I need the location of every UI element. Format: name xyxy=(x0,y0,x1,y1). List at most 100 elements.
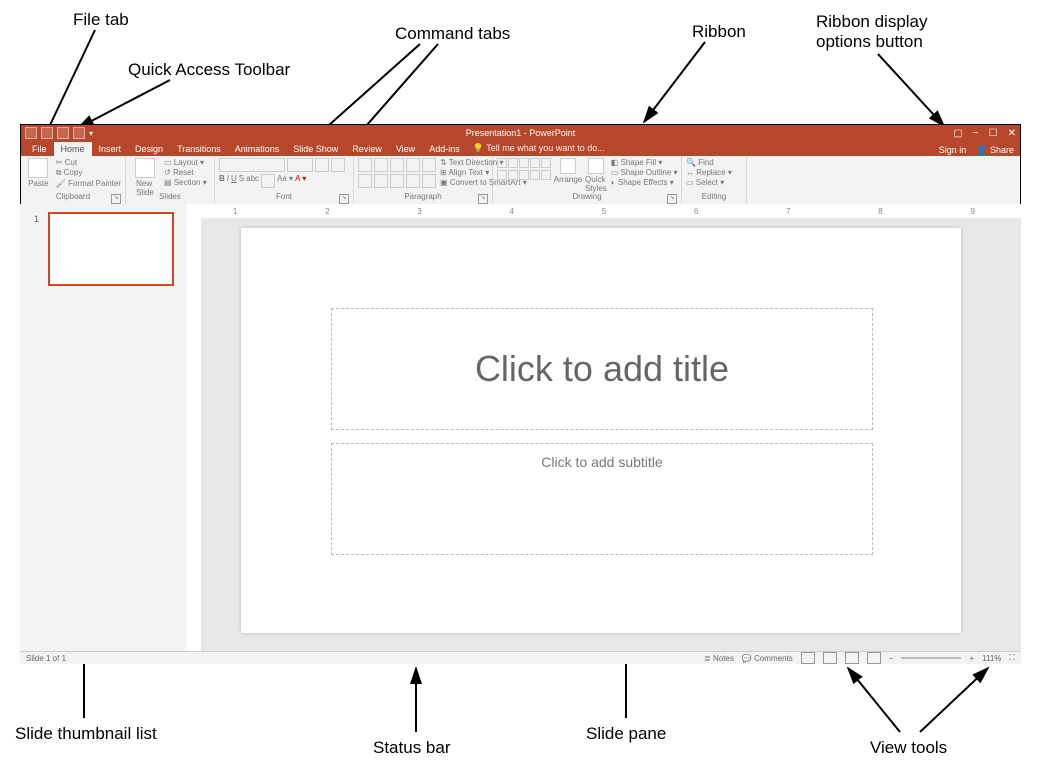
tab-add-ins[interactable]: Add-ins xyxy=(422,142,467,156)
slide-thumbnail-panel: 1 xyxy=(20,204,187,652)
quick-access-toolbar: ▾ xyxy=(25,127,93,139)
font-color-button[interactable]: A ▾ xyxy=(295,174,306,188)
font-size-combo[interactable] xyxy=(287,158,313,172)
sign-in-link[interactable]: Sign in xyxy=(939,145,967,156)
save-icon[interactable] xyxy=(25,127,37,139)
replace-button[interactable]: ↔ Replace ▾ xyxy=(686,168,732,177)
annotation-command-tabs: Command tabs xyxy=(395,24,510,44)
numbering-icon[interactable] xyxy=(374,158,388,172)
quick-styles-button[interactable]: Quick Styles xyxy=(585,158,607,193)
shapes-gallery[interactable] xyxy=(497,158,551,180)
align-center-icon[interactable] xyxy=(374,174,388,188)
section-button[interactable]: ▤ Section ▾ xyxy=(164,178,207,187)
horizontal-ruler: 123456789 xyxy=(187,204,1021,219)
reading-view-button[interactable] xyxy=(845,652,859,664)
slide-sorter-view-button[interactable] xyxy=(823,652,837,664)
reset-button[interactable]: ↺ Reset xyxy=(164,168,207,177)
zoom-level-label[interactable]: 111% xyxy=(982,654,1001,663)
tab-insert[interactable]: Insert xyxy=(92,142,129,156)
change-case-button[interactable]: Aa ▾ xyxy=(277,174,293,188)
zoom-slider[interactable] xyxy=(901,657,961,659)
redo-icon[interactable] xyxy=(57,127,69,139)
qat-customize-icon[interactable]: ▾ xyxy=(89,129,93,138)
slide-number-label: 1 xyxy=(34,214,39,224)
zoom-in-button[interactable]: + xyxy=(969,654,974,663)
select-button[interactable]: ▭ Select ▾ xyxy=(686,178,732,187)
title-placeholder[interactable]: Click to add title xyxy=(331,308,873,430)
shape-outline-button[interactable]: ▭ Shape Outline ▾ xyxy=(611,168,678,177)
tab-view[interactable]: View xyxy=(389,142,422,156)
annotation-view-tools: View tools xyxy=(870,738,947,758)
annotation-thumb-list: Slide thumbnail list xyxy=(15,724,157,744)
slideshow-view-button[interactable] xyxy=(867,652,881,664)
quick-styles-icon xyxy=(588,158,604,174)
line-spacing-icon[interactable] xyxy=(422,158,436,172)
align-right-icon[interactable] xyxy=(390,174,404,188)
tab-design[interactable]: Design xyxy=(128,142,170,156)
group-paragraph: ⇅ Text Direction ▾ ⊞ Align Text ▾ ▣ Conv… xyxy=(354,156,493,204)
tab-review[interactable]: Review xyxy=(345,142,389,156)
annotation-slide-pane: Slide pane xyxy=(586,724,666,744)
tab-animations[interactable]: Animations xyxy=(228,142,287,156)
comments-button[interactable]: 💬 Comments xyxy=(742,654,793,663)
drawing-dialog-launcher[interactable]: ↘ xyxy=(667,194,677,204)
shape-rect-icon xyxy=(497,158,507,168)
format-painter-button[interactable]: 🖌 Format Painter xyxy=(56,179,121,188)
ribbon-display-options-icon[interactable]: ▢ xyxy=(953,128,962,139)
bold-button[interactable]: B xyxy=(219,174,225,188)
zoom-out-button[interactable]: − xyxy=(889,654,894,663)
columns-icon[interactable] xyxy=(422,174,436,188)
normal-view-button[interactable] xyxy=(801,652,815,664)
annotation-qat: Quick Access Toolbar xyxy=(128,60,290,80)
app-title: Presentation1 - PowerPoint xyxy=(466,128,576,138)
shape-fill-button[interactable]: ◧ Shape Fill ▾ xyxy=(611,158,678,167)
decrease-indent-icon[interactable] xyxy=(390,158,404,172)
title-bar: ▾ Presentation1 - PowerPoint ▢ − ☐ ✕ xyxy=(20,124,1021,141)
grow-font-icon[interactable] xyxy=(315,158,329,172)
italic-button[interactable]: I xyxy=(227,174,229,188)
tab-transitions[interactable]: Transitions xyxy=(170,142,228,156)
start-from-beginning-icon[interactable] xyxy=(73,127,85,139)
increase-indent-icon[interactable] xyxy=(406,158,420,172)
paragraph-dialog-launcher[interactable]: ↘ xyxy=(478,194,488,204)
subtitle-placeholder[interactable]: Click to add subtitle xyxy=(331,443,873,555)
find-button[interactable]: 🔍 Find xyxy=(686,158,732,167)
notes-button[interactable]: ≣ Notes xyxy=(704,654,734,663)
paste-button[interactable]: Paste xyxy=(25,158,52,188)
tab-slide-show[interactable]: Slide Show xyxy=(286,142,345,156)
slide-canvas[interactable]: Click to add title Click to add subtitle xyxy=(241,228,961,633)
arrange-button[interactable]: Arrange xyxy=(555,158,581,184)
clipboard-dialog-launcher[interactable]: ↘ xyxy=(111,194,121,204)
share-button[interactable]: 👤 Share xyxy=(976,145,1014,156)
shape-effects-button[interactable]: ◐ Shape Effects ▾ xyxy=(611,178,678,187)
maximize-icon[interactable]: ☐ xyxy=(989,128,998,139)
shrink-font-icon[interactable] xyxy=(331,158,345,172)
underline-button[interactable]: U xyxy=(231,174,237,188)
char-spacing-icon[interactable] xyxy=(261,174,275,188)
align-left-icon[interactable] xyxy=(358,174,372,188)
annotation-ribbon: Ribbon xyxy=(692,22,746,42)
tell-me-search[interactable]: 💡 Tell me what you want to do... xyxy=(467,141,611,156)
undo-icon[interactable] xyxy=(41,127,53,139)
bullets-icon[interactable] xyxy=(358,158,372,172)
font-family-combo[interactable] xyxy=(219,158,285,172)
justify-icon[interactable] xyxy=(406,174,420,188)
shadow-button[interactable]: S xyxy=(239,174,244,188)
annotation-statusbar: Status bar xyxy=(373,738,451,758)
layout-button[interactable]: ▭ Layout ▾ xyxy=(164,158,207,167)
tab-file[interactable]: File xyxy=(25,142,54,156)
paste-icon xyxy=(28,158,48,178)
close-icon[interactable]: ✕ xyxy=(1008,128,1016,139)
arrange-icon xyxy=(560,158,576,174)
tab-home[interactable]: Home xyxy=(54,142,92,156)
strikethrough-button[interactable]: abc xyxy=(246,174,259,188)
font-dialog-launcher[interactable]: ↘ xyxy=(339,194,349,204)
new-slide-icon xyxy=(135,158,155,178)
group-clipboard: Paste ✂ Cut ⧉ Copy 🖌 Format Painter Clip… xyxy=(21,156,126,204)
cut-button[interactable]: ✂ Cut xyxy=(56,158,121,167)
slide-thumbnail-1[interactable]: 1 xyxy=(48,212,174,286)
minimize-icon[interactable]: − xyxy=(973,128,979,139)
copy-button[interactable]: ⧉ Copy xyxy=(56,168,121,178)
fit-to-window-button[interactable]: ⛶ xyxy=(1009,653,1015,663)
ribbon: Paste ✂ Cut ⧉ Copy 🖌 Format Painter Clip… xyxy=(20,156,1021,205)
